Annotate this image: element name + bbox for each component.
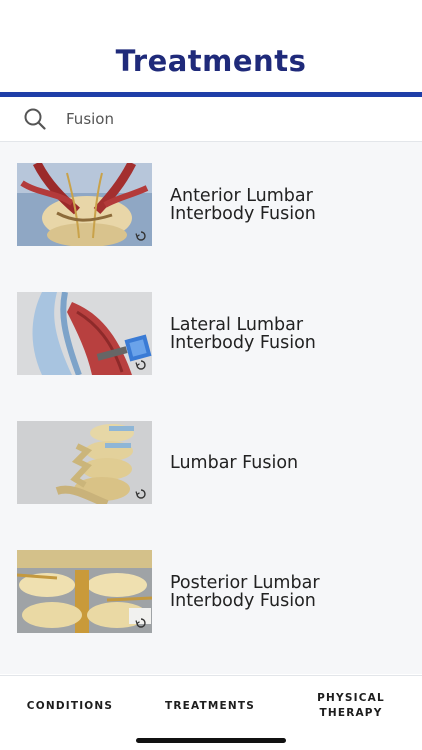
replay-icon [135,489,146,499]
treatment-title-line2: Interbody Fusion [170,204,316,224]
page-title: Treatments [115,44,307,78]
replay-icon [135,618,146,628]
treatment-title: Posterior Lumbar Interbody Fusion [170,574,410,610]
tab-physical-therapy[interactable]: PHYSICAL THERAPY [280,676,422,736]
list-item[interactable]: Lateral Lumbar Interbody Fusion [0,292,422,392]
tab-treatments-label: TREATMENTS [164,699,256,712]
tab-treatments[interactable]: TREATMENTS [140,676,280,736]
treatment-title-line2: Interbody Fusion [170,591,316,611]
home-indicator [136,738,286,743]
search-input[interactable] [66,107,386,131]
search-bar[interactable] [0,97,422,142]
treatment-title-line1: Lumbar Fusion [170,453,299,473]
treatment-list: Anterior Lumbar Interbody Fusion Lateral… [0,142,422,674]
treatment-thumbnail [17,163,152,246]
tab-physical-therapy-label-line1: PHYSICAL [317,692,385,704]
app-screen: Treatments Fusion Anterior Lumbar Interb… [0,0,422,750]
treatment-thumbnail [17,421,152,504]
tab-physical-therapy-label-line2: THERAPY [319,707,383,719]
list-item[interactable]: Lumbar Fusion [0,421,422,521]
treatment-title: Lumbar Fusion [170,454,410,472]
treatment-title-line2: Interbody Fusion [170,333,316,353]
header: Treatments [0,0,422,92]
treatment-title-line1: Anterior Lumbar [170,186,313,206]
tab-conditions[interactable]: CONDITIONS [0,676,140,736]
replay-icon [135,231,146,241]
treatment-title: Lateral Lumbar Interbody Fusion [170,316,410,352]
list-item[interactable]: Posterior Lumbar Interbody Fusion [0,550,422,650]
treatment-title-line1: Posterior Lumbar [170,573,320,593]
list-item[interactable]: Anterior Lumbar Interbody Fusion [0,163,422,263]
search-icon[interactable] [23,107,47,131]
treatment-thumbnail [17,292,152,375]
replay-icon [135,360,146,370]
tab-bar: CONDITIONS TREATMENTS PHYSICAL THERAPY [0,675,422,750]
treatment-title: Anterior Lumbar Interbody Fusion [170,187,410,223]
treatment-title-line1: Lateral Lumbar [170,315,304,335]
tab-conditions-label: CONDITIONS [26,699,114,712]
treatment-thumbnail [17,550,152,633]
